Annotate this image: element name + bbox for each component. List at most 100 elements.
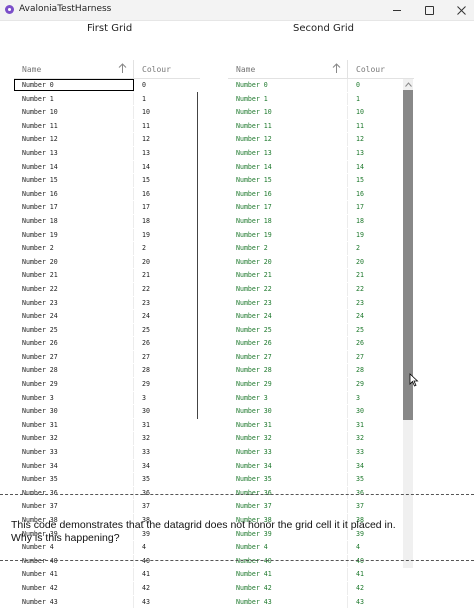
table-row[interactable]: Number 35 35 (14, 473, 200, 487)
name-cell[interactable]: Number 16 (22, 188, 58, 201)
colour-cell[interactable]: 41 (356, 568, 364, 581)
table-row[interactable]: Number 11 11 (228, 119, 414, 134)
name-cell[interactable]: Number 2 (22, 242, 54, 255)
table-row[interactable]: Number 16 16 (14, 187, 200, 202)
colour-cell[interactable]: 30 (142, 405, 150, 418)
table-row[interactable]: Number 21 21 (228, 269, 414, 283)
name-cell[interactable]: Number 42 (236, 582, 272, 595)
table-row[interactable]: Number 34 34 (228, 459, 414, 474)
table-row[interactable]: Number 19 19 (228, 228, 414, 243)
name-cell[interactable]: Number 2 (236, 242, 268, 255)
table-row[interactable]: Number 31 31 (228, 418, 414, 433)
table-row[interactable]: Number 30 30 (228, 405, 414, 419)
colour-cell[interactable]: 20 (356, 256, 364, 269)
name-cell[interactable]: Number 10 (22, 106, 58, 119)
colour-cell[interactable]: 13 (356, 147, 364, 160)
colour-column-header[interactable]: Colour (356, 65, 385, 74)
name-cell[interactable]: Number 41 (236, 568, 272, 581)
name-cell[interactable]: Number 24 (236, 310, 272, 323)
table-row[interactable]: Number 26 26 (14, 337, 200, 351)
name-cell[interactable]: Number 27 (22, 351, 58, 364)
colour-cell[interactable]: 23 (142, 297, 150, 310)
colour-cell[interactable]: 3 (356, 392, 360, 405)
colour-cell[interactable]: 11 (142, 120, 150, 133)
colour-cell[interactable]: 42 (142, 582, 150, 595)
name-cell[interactable]: Number 1 (236, 93, 268, 106)
name-cell[interactable]: Number 10 (236, 106, 272, 119)
colour-cell[interactable]: 17 (356, 201, 364, 214)
colour-cell[interactable]: 19 (356, 229, 364, 242)
colour-cell[interactable]: 31 (356, 419, 364, 432)
name-cell[interactable]: Number 41 (22, 568, 58, 581)
colour-cell[interactable]: 3 (142, 392, 146, 405)
colour-cell[interactable]: 11 (356, 120, 364, 133)
name-cell[interactable]: Number 43 (22, 596, 58, 609)
table-row[interactable]: Number 12 12 (14, 133, 200, 147)
name-cell[interactable]: Number 22 (22, 283, 58, 296)
name-cell[interactable]: Number 32 (22, 432, 58, 445)
colour-cell[interactable]: 0 (142, 79, 146, 92)
colour-cell[interactable]: 21 (356, 269, 364, 282)
name-cell[interactable]: Number 3 (236, 392, 268, 405)
colour-cell[interactable]: 34 (356, 460, 364, 473)
maximize-button[interactable] (413, 0, 445, 20)
name-cell[interactable]: Number 40 (22, 555, 58, 568)
table-row[interactable]: Number 14 14 (228, 160, 414, 175)
colour-cell[interactable]: 31 (142, 419, 150, 432)
name-cell[interactable]: Number 12 (236, 133, 272, 146)
colour-cell[interactable]: 18 (142, 215, 150, 228)
name-cell[interactable]: Number 20 (236, 256, 272, 269)
colour-cell[interactable]: 2 (142, 242, 146, 255)
name-cell[interactable]: Number 28 (236, 364, 272, 377)
table-row[interactable]: Number 41 41 (228, 568, 414, 582)
colour-cell[interactable]: 27 (142, 351, 150, 364)
colour-cell[interactable]: 33 (142, 446, 150, 459)
table-row[interactable]: Number 2 2 (14, 242, 200, 256)
colour-cell[interactable]: 40 (356, 555, 364, 568)
table-row[interactable]: Number 27 27 (14, 350, 200, 365)
colour-cell[interactable]: 10 (356, 106, 364, 119)
colour-cell[interactable]: 35 (142, 473, 150, 486)
colour-cell[interactable]: 24 (356, 310, 364, 323)
name-cell[interactable]: Number 11 (22, 120, 58, 133)
table-row[interactable]: Number 28 28 (228, 364, 414, 378)
name-cell[interactable]: Number 26 (22, 337, 58, 350)
table-row[interactable]: Number 40 40 (14, 554, 200, 569)
name-cell[interactable]: Number 30 (236, 405, 272, 418)
name-cell[interactable]: Number 3 (22, 392, 54, 405)
colour-cell[interactable]: 1 (142, 93, 146, 106)
table-row[interactable]: Number 29 29 (14, 378, 200, 392)
colour-cell[interactable]: 22 (356, 283, 364, 296)
name-cell[interactable]: Number 17 (22, 201, 58, 214)
scrollbar-thumb[interactable] (403, 90, 413, 420)
table-row[interactable]: Number 12 12 (228, 133, 414, 147)
name-cell[interactable]: Number 15 (22, 174, 58, 187)
colour-cell[interactable]: 21 (142, 269, 150, 282)
colour-cell[interactable]: 28 (142, 364, 150, 377)
name-column-header[interactable]: Name (22, 65, 41, 74)
colour-cell[interactable]: 42 (356, 582, 364, 595)
table-row[interactable]: Number 37 37 (14, 500, 200, 514)
colour-cell[interactable]: 22 (142, 283, 150, 296)
name-cell[interactable]: Number 19 (236, 229, 272, 242)
table-row[interactable]: Number 17 17 (14, 201, 200, 215)
table-row[interactable]: Number 20 20 (14, 255, 200, 270)
sort-ascending-arrow-icon[interactable] (118, 63, 127, 74)
table-row[interactable]: Number 3 3 (228, 391, 414, 406)
table-row[interactable]: Number 2 2 (228, 242, 414, 256)
name-cell[interactable]: Number 1 (22, 93, 54, 106)
name-cell[interactable]: Number 33 (22, 446, 58, 459)
name-cell[interactable]: Number 35 (236, 473, 272, 486)
colour-cell[interactable]: 33 (356, 446, 364, 459)
colour-cell[interactable]: 12 (142, 133, 150, 146)
name-cell[interactable]: Number 13 (22, 147, 58, 160)
colour-cell[interactable]: 29 (356, 378, 364, 391)
table-row[interactable]: Number 24 24 (14, 310, 200, 324)
table-row[interactable]: Number 31 31 (14, 418, 200, 433)
colour-cell[interactable]: 30 (356, 405, 364, 418)
colour-cell[interactable]: 2 (356, 242, 360, 255)
name-cell[interactable]: Number 18 (22, 215, 58, 228)
table-row[interactable]: Number 19 19 (14, 228, 200, 243)
table-row[interactable]: Number 10 10 (14, 106, 200, 120)
name-cell[interactable]: Number 34 (236, 460, 272, 473)
